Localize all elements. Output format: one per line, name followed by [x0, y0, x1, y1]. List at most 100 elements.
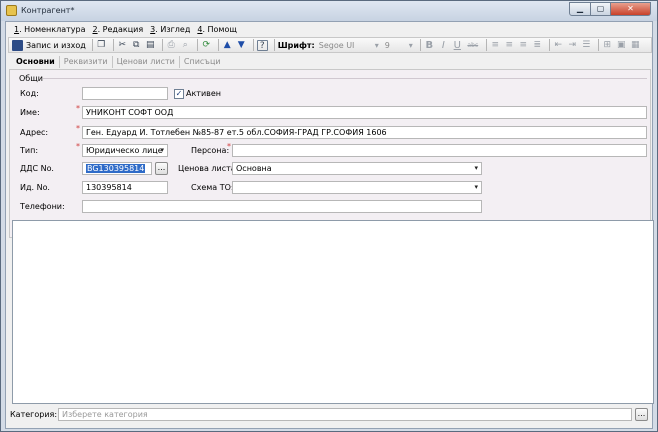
vat-label: ДДС No. — [20, 164, 54, 173]
price-list-combo[interactable]: Основна ▾ — [232, 162, 482, 175]
id-label: Ид. No. — [20, 183, 50, 192]
maximize-button[interactable]: ▢ — [591, 2, 611, 16]
category-label: Категория: — [10, 410, 58, 419]
strikethrough-icon: abc — [467, 41, 479, 49]
cut-icon: ✂ — [118, 39, 127, 50]
type-combo-value: Юридическо лице — [86, 146, 163, 155]
align-right-button[interactable]: ≡ — [518, 39, 529, 52]
window-title: Контрагент* — [21, 6, 75, 15]
table-button[interactable]: ▦ — [630, 39, 641, 52]
type-combo[interactable]: Юридическо лице ▾ — [82, 144, 168, 157]
toolbar-separator — [548, 39, 550, 51]
outdent-button[interactable]: ⇤ — [553, 39, 564, 52]
arrow-down-icon: ▼ — [237, 39, 245, 50]
print-preview-button[interactable]: ⌕ — [180, 39, 191, 52]
app-window: Контрагент* ▁ ▢ ✕ 1. Номенклатура 2. Ред… — [0, 0, 658, 432]
active-label: Активен — [186, 89, 222, 98]
code-field[interactable] — [82, 87, 168, 100]
address-field[interactable]: Ген. Едуард И. Тотлебен №85-87 ет.5 обл.… — [82, 126, 647, 139]
toolbar-separator — [161, 39, 163, 51]
person-label: Персона: — [191, 146, 230, 155]
notes-editor[interactable] — [12, 220, 654, 404]
app-icon — [6, 5, 17, 16]
tab-price-lists[interactable]: Ценови листи — [113, 56, 180, 68]
italic-button[interactable]: I — [438, 39, 449, 52]
font-label: Шрифт: — [277, 40, 315, 50]
code-label: Код: — [20, 89, 39, 98]
phones-label: Телефони: — [20, 202, 65, 211]
save-and-exit-button[interactable]: Запис и изход — [12, 39, 86, 52]
align-center-button[interactable]: ≡ — [504, 39, 515, 52]
minimize-button[interactable]: ▁ — [569, 2, 591, 16]
menu-nomenclature[interactable]: 1. Номенклатура — [14, 25, 86, 34]
menu-edit[interactable]: 2. Редакция — [93, 25, 144, 34]
tab-details[interactable]: Реквизити — [60, 56, 113, 68]
align-left-button[interactable]: ≡ — [490, 39, 501, 52]
print-button[interactable]: ⎙ — [166, 39, 177, 52]
indent-button[interactable]: ⇥ — [567, 39, 578, 52]
close-button[interactable]: ✕ — [611, 2, 651, 16]
strikethrough-button[interactable]: abc — [466, 39, 480, 52]
refresh-icon: ⟳ — [202, 39, 211, 50]
cut-button[interactable]: ✂ — [117, 39, 128, 52]
bold-button[interactable]: B — [424, 39, 435, 52]
toolbar-separator — [217, 39, 219, 51]
insert-image-icon: ▣ — [617, 39, 626, 50]
toolbar-separator — [419, 39, 421, 51]
required-mark: * — [76, 124, 80, 133]
insert-button[interactable]: ⊞ — [602, 39, 613, 52]
paste-button[interactable]: ▤ — [145, 39, 156, 52]
vat-field[interactable]: BG130395814 — [82, 162, 152, 175]
justify-button[interactable]: ≣ — [532, 39, 543, 52]
tab-lists[interactable]: Списъци — [180, 56, 225, 68]
insert-icon: ⊞ — [603, 39, 612, 50]
font-size-combo-arrow[interactable]: ▾ — [409, 41, 413, 50]
move-up-button[interactable]: ▲ — [222, 39, 233, 52]
align-center-icon: ≡ — [505, 39, 514, 50]
active-checkbox[interactable]: ✓ — [174, 89, 184, 99]
phones-field[interactable] — [82, 200, 482, 213]
category-bar: Категория: Изберете категория ... — [6, 407, 652, 429]
menu-view[interactable]: 3. Изглед — [150, 25, 190, 34]
price-list-value: Основна — [236, 164, 272, 173]
indent-icon: ⇥ — [568, 39, 577, 50]
move-down-button[interactable]: ▼ — [236, 39, 247, 52]
name-field[interactable]: УНИКОНТ СОФТ ООД — [82, 106, 647, 119]
category-field[interactable]: Изберете категория — [58, 408, 632, 421]
toolbar-separator — [252, 39, 254, 51]
window-controls: ▁ ▢ ✕ — [569, 2, 651, 16]
font-combo[interactable]: Segoe UI — [319, 41, 375, 50]
menu-help[interactable]: 4. Помощ — [197, 25, 237, 34]
person-field[interactable] — [232, 144, 647, 157]
type-label: Тип: — [20, 146, 39, 155]
copy-window-button[interactable]: ❐ — [96, 39, 107, 52]
title-bar[interactable]: Контрагент* ▁ ▢ ✕ — [1, 1, 657, 21]
copy-button[interactable]: ⧉ — [131, 39, 142, 52]
group-divider — [43, 78, 647, 79]
help-button[interactable]: ? — [256, 39, 268, 52]
bullets-button[interactable]: ☰ — [581, 39, 592, 52]
toolbar: Запис и изход ❐ ✂ ⧉ ▤ ⎙ ⌕ ⟳ ▲ ▼ ? Шрифт:… — [8, 37, 652, 53]
justify-icon: ≣ — [533, 39, 542, 50]
name-label: Име: — [20, 108, 40, 117]
underline-button[interactable]: U — [452, 39, 463, 52]
scheme-combo[interactable]: ▾ — [232, 181, 482, 194]
help-icon: ? — [256, 39, 268, 51]
toolbar-separator — [112, 39, 114, 51]
menu-label: . Номенклатура — [19, 24, 86, 34]
underline-icon: U — [453, 39, 461, 51]
bullet-list-icon: ☰ — [582, 39, 591, 50]
toolbar-separator — [485, 39, 487, 51]
tab-basic[interactable]: Основни — [12, 56, 60, 68]
insert-image-button[interactable]: ▣ — [616, 39, 627, 52]
arrow-up-icon: ▲ — [223, 39, 231, 50]
menu-label: . Помощ — [202, 24, 237, 34]
refresh-button[interactable]: ⟳ — [201, 39, 212, 52]
category-lookup-button[interactable]: ... — [635, 408, 648, 421]
vat-lookup-button[interactable]: ... — [155, 162, 168, 175]
font-size-combo[interactable]: 9 — [385, 41, 409, 50]
italic-icon: I — [441, 39, 445, 51]
save-label: Запис и изход — [26, 40, 86, 50]
id-field[interactable]: 130395814 — [82, 181, 168, 194]
font-combo-arrow[interactable]: ▾ — [375, 41, 379, 50]
